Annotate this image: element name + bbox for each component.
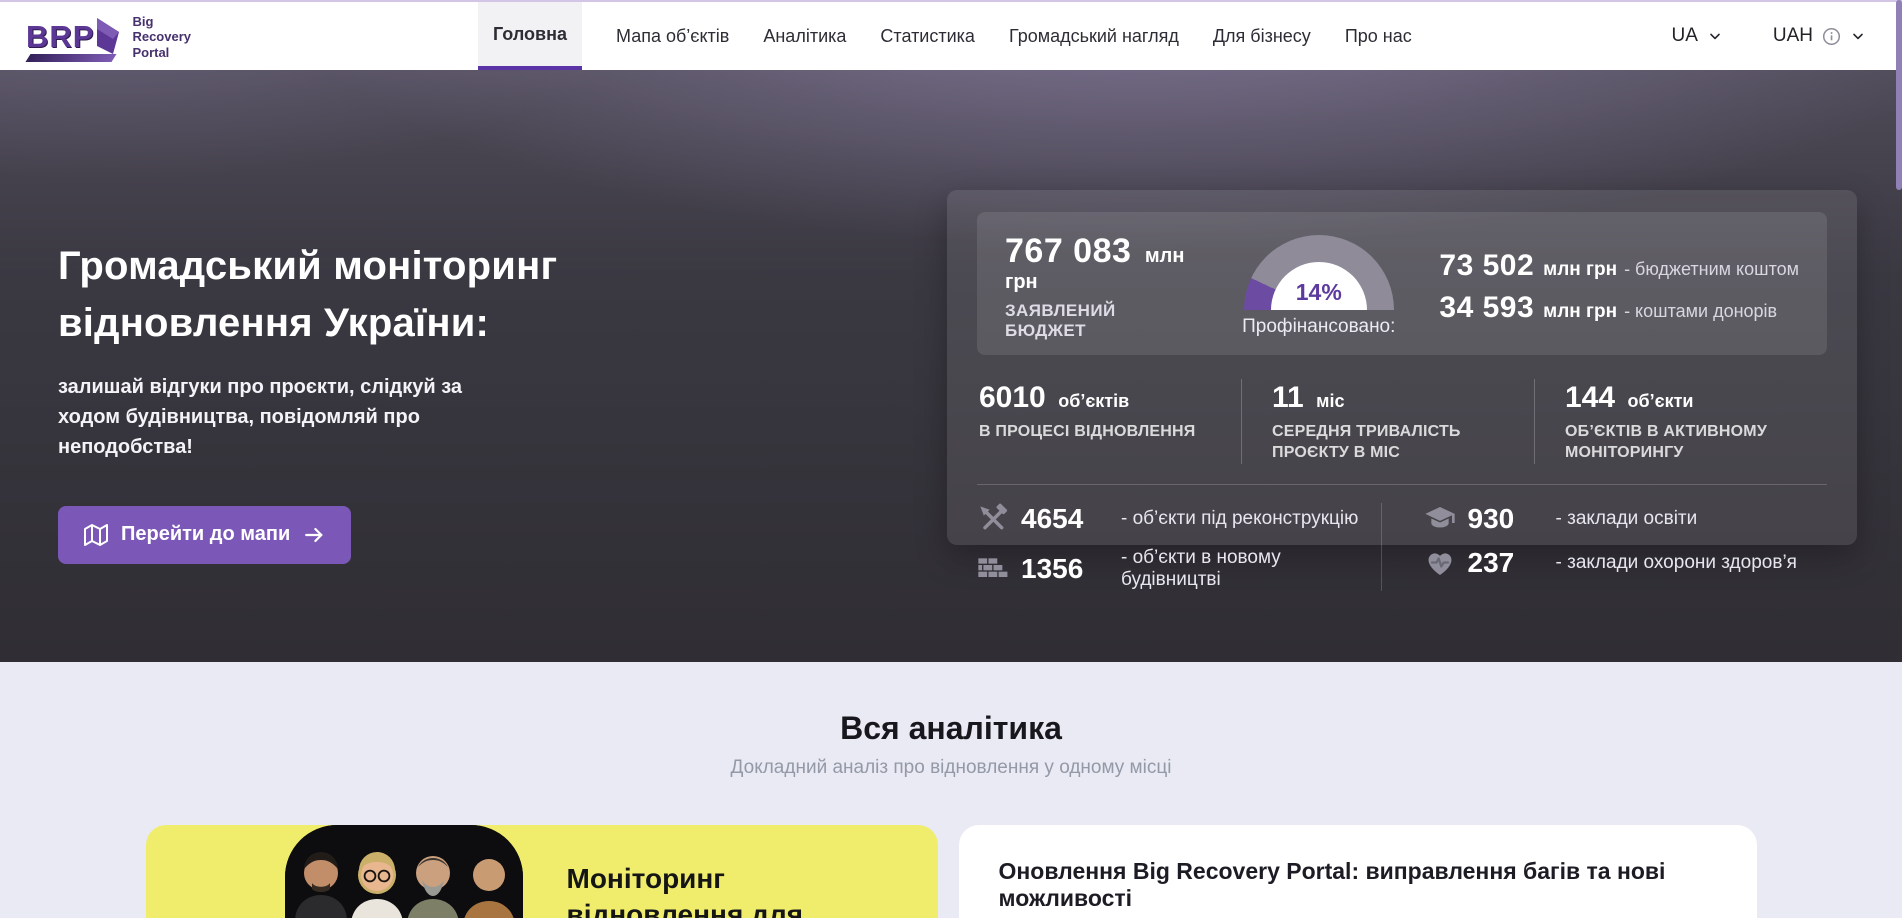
- stat-value: 144: [1565, 381, 1615, 414]
- budget-panel: 767 083 млн грн ЗАЯВЛЕНИЙ БЮДЖЕТ 14% Про…: [977, 212, 1827, 355]
- declared-budget-caption: ЗАЯВЛЕНИЙ БЮДЖЕТ: [1005, 301, 1186, 341]
- funding-budget-value: 73 502: [1439, 249, 1534, 283]
- card-public-monitoring-title: Моніторинг відновлення для громадськості: [567, 861, 879, 918]
- bricks-icon: [977, 553, 1021, 585]
- stat-caption: ОБ’ЄКТІВ В АКТИВНОМУ МОНІТОРИНГУ: [1565, 422, 1800, 464]
- type-label: - об’єкти під реконструкцію: [1121, 508, 1358, 530]
- type-value: 4654: [1021, 503, 1121, 535]
- logo-swoosh: [26, 54, 117, 62]
- hero-copy: Громадський моніторинг відновлення Украї…: [58, 238, 678, 564]
- logo-fold-icon: [96, 17, 120, 55]
- funding-gauge: 14% Профінансовано:: [1242, 235, 1395, 338]
- go-to-map-button[interactable]: Перейти до мапи: [58, 506, 351, 564]
- type-row-education: 930 - заклади освіти: [1424, 503, 1828, 535]
- stat-average-duration: 11 міс СЕРЕДНЯ ТРИВАЛІСТЬ ПРОЄКТУ В МІС: [1241, 379, 1534, 464]
- logo-word-line: Big: [132, 14, 191, 29]
- type-label: - об’єкти в новому будівництві: [1121, 547, 1381, 591]
- type-row-healthcare: 237 - заклади охорони здоров’я: [1424, 547, 1828, 579]
- funding-donors-note: - коштами донорів: [1624, 301, 1777, 322]
- card-portal-update-title: Оновлення Big Recovery Portal: виправлен…: [999, 858, 1717, 912]
- nav-item-about[interactable]: Про нас: [1345, 2, 1412, 70]
- nav-item-for-business[interactable]: Для бізнесу: [1213, 2, 1311, 70]
- construction-tools-icon: [977, 503, 1021, 535]
- hero-title-line1: Громадський моніторинг: [58, 238, 678, 295]
- funding-gauge-percent: 14%: [1271, 262, 1367, 310]
- logo-wordmark: Big Recovery Portal: [132, 12, 191, 60]
- funding-breakdown: 73 502 млн грн - бюджетним коштом 34 593…: [1439, 249, 1799, 325]
- stat-value: 11: [1272, 381, 1304, 414]
- hero-subtitle: залишай відгуки про проєкти, слідкуй за …: [58, 372, 528, 462]
- scrollbar-thumb[interactable]: [1896, 0, 1902, 190]
- declared-budget: 767 083 млн грн ЗАЯВЛЕНИЙ БЮДЖЕТ: [1005, 232, 1186, 341]
- analytics-title: Вся аналітика: [0, 710, 1902, 747]
- nav-item-home[interactable]: Головна: [478, 2, 582, 70]
- hero-title: Громадський моніторинг відновлення Украї…: [58, 238, 678, 352]
- stat-objects-in-recovery: 6010 об’єктів В ПРОЦЕСІ ВІДНОВЛЕННЯ: [977, 379, 1241, 464]
- funding-gauge-caption: Профінансовано:: [1242, 316, 1395, 338]
- declared-budget-value: 767 083: [1005, 232, 1131, 270]
- chevron-down-icon: [1850, 28, 1866, 44]
- type-label: - заклади охорони здоров’я: [1556, 552, 1797, 574]
- stat-active-monitoring: 144 об’єкти ОБ’ЄКТІВ В АКТИВНОМУ МОНІТОР…: [1534, 379, 1827, 464]
- funding-donors-value: 34 593: [1439, 291, 1534, 325]
- analytics-cards: Моніторинг відновлення для громадськості…: [0, 825, 1902, 918]
- header: BRP Big Recovery Portal Головна Мапа об’…: [0, 2, 1902, 70]
- type-value: 237: [1468, 547, 1556, 579]
- type-row-new-construction: 1356 - об’єкти в новому будівництві: [977, 547, 1381, 591]
- funding-budget-unit: млн грн: [1543, 259, 1617, 281]
- stat-caption: В ПРОЦЕСІ ВІДНОВЛЕННЯ: [979, 422, 1214, 443]
- stats-card: 767 083 млн грн ЗАЯВЛЕНИЙ БЮДЖЕТ 14% Про…: [947, 190, 1857, 545]
- card-public-monitoring[interactable]: Моніторинг відновлення для громадськості: [146, 825, 938, 918]
- nav-item-map[interactable]: Мапа об’єктів: [616, 2, 729, 70]
- arrow-right-icon: [303, 524, 325, 546]
- language-value: UA: [1671, 25, 1697, 47]
- currency-value: UAH: [1773, 25, 1813, 47]
- hero-section: Громадський моніторинг відновлення Украї…: [0, 70, 1902, 662]
- logo-word-line: Portal: [132, 45, 191, 60]
- header-controls: UA UAH: [1671, 2, 1902, 70]
- type-row-reconstruction: 4654 - об’єкти під реконструкцію: [977, 503, 1381, 535]
- stats-bottom-row: 4654 - об’єкти під реконструкцію 1356 - …: [977, 484, 1827, 591]
- type-value: 1356: [1021, 553, 1121, 585]
- stats-middle-row: 6010 об’єктів В ПРОЦЕСІ ВІДНОВЛЕННЯ 11 м…: [977, 355, 1827, 484]
- nav-item-analytics[interactable]: Аналітика: [763, 2, 846, 70]
- stat-caption: СЕРЕДНЯ ТРИВАЛІСТЬ ПРОЄКТУ В МІС: [1272, 422, 1507, 464]
- funding-budget-note: - бюджетним коштом: [1624, 259, 1799, 280]
- scrollbar[interactable]: [1896, 0, 1902, 918]
- brand-logo[interactable]: BRP Big Recovery Portal: [26, 2, 478, 70]
- main-nav: Головна Мапа об’єктів Аналітика Статисти…: [478, 2, 1412, 70]
- funding-row-budget: 73 502 млн грн - бюджетним коштом: [1439, 249, 1799, 283]
- go-to-map-label: Перейти до мапи: [121, 523, 290, 546]
- team-photo: [285, 825, 523, 918]
- type-label: - заклади освіти: [1556, 508, 1698, 530]
- stat-unit: міс: [1316, 391, 1344, 411]
- stat-unit: об’єктів: [1058, 391, 1129, 411]
- type-value: 930: [1468, 503, 1556, 535]
- language-selector[interactable]: UA: [1671, 25, 1722, 47]
- chevron-down-icon: [1707, 28, 1723, 44]
- map-icon: [84, 523, 108, 547]
- hero-title-line2: відновлення України:: [58, 295, 678, 352]
- nav-item-statistics[interactable]: Статистика: [880, 2, 975, 70]
- stat-value: 6010: [979, 381, 1046, 414]
- stat-unit: об’єкти: [1628, 391, 1694, 411]
- object-types-left: 4654 - об’єкти під реконструкцію 1356 - …: [977, 503, 1381, 591]
- funding-row-donors: 34 593 млн грн - коштами донорів: [1439, 291, 1799, 325]
- funding-donors-unit: млн грн: [1543, 301, 1617, 323]
- card-portal-update[interactable]: Оновлення Big Recovery Portal: виправлен…: [959, 825, 1757, 918]
- info-icon[interactable]: [1822, 27, 1841, 46]
- analytics-subtitle: Докладний аналіз про відновлення у одном…: [0, 757, 1902, 779]
- logo-mark: BRP: [26, 17, 120, 55]
- logo-word-line: Recovery: [132, 29, 191, 44]
- logo-brp-text: BRP: [26, 21, 94, 52]
- heart-pulse-icon: [1424, 547, 1468, 579]
- object-types-right: 930 - заклади освіти 237 - заклади охоро…: [1381, 503, 1828, 591]
- currency-selector[interactable]: UAH: [1773, 25, 1866, 47]
- analytics-section: Вся аналітика Докладний аналіз про відно…: [0, 662, 1902, 918]
- graduation-cap-icon: [1424, 503, 1468, 535]
- nav-item-public-oversight[interactable]: Громадський нагляд: [1009, 2, 1179, 70]
- funding-gauge-arc: 14%: [1244, 235, 1394, 310]
